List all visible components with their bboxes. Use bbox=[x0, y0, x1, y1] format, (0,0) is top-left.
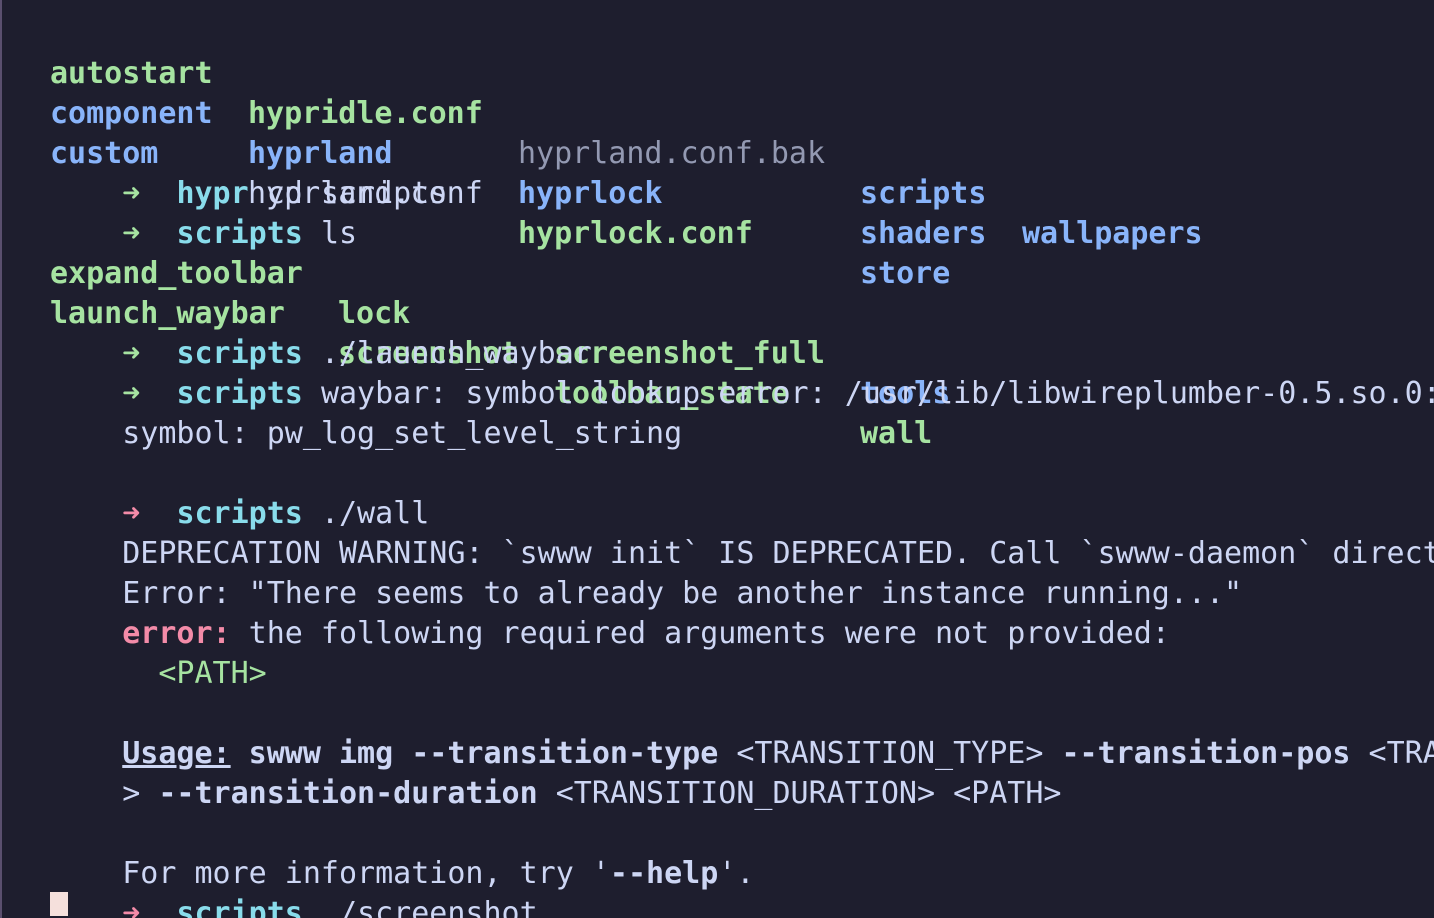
usage-arg: <TRANSIT bbox=[1368, 736, 1434, 771]
file-entry: wall bbox=[860, 416, 933, 451]
output-line: <PATH> bbox=[50, 614, 266, 691]
output-text: symbol: pw_log_set_level_string bbox=[122, 416, 683, 451]
command-text: ls bbox=[320, 216, 358, 251]
prompt-cwd: scripts bbox=[176, 896, 303, 918]
dir-entry: shaders bbox=[860, 216, 987, 251]
output-line: error: the following required arguments … bbox=[50, 574, 1170, 651]
help-flag: --help bbox=[609, 856, 719, 891]
command-text: ./screenshot bbox=[320, 896, 538, 918]
usage-flag: --transition-duration bbox=[158, 776, 538, 811]
dir-entry: scripts bbox=[860, 176, 987, 211]
file-entry: hypridle.conf bbox=[248, 96, 483, 131]
prompt-line: ➜ scripts ./launch_waybar bbox=[50, 294, 592, 371]
output-line: symbol: pw_log_set_level_string bbox=[50, 374, 682, 451]
ls-row: component hyprland hyprlock shaders bbox=[50, 54, 986, 251]
dir-entry: store bbox=[860, 256, 951, 291]
usage-arg: <TRANSITION_DURATION> <PATH> bbox=[537, 776, 1062, 811]
prompt-error-arrow-icon: ➜ bbox=[122, 896, 141, 918]
path-argument: <PATH> bbox=[122, 656, 267, 691]
ls-row: launch_waybar screenshot toolbar_state w… bbox=[50, 254, 932, 451]
file-entry: hyprland.conf.bak bbox=[518, 136, 826, 171]
help-text: '. bbox=[718, 856, 755, 891]
usage-line: > --transition-duration <TRANSITION_DURA… bbox=[50, 734, 1061, 811]
ls-row: custom hyprland.conf hyprlock.conf store bbox=[50, 94, 950, 291]
prompt-line: ➜ scripts ./wall bbox=[50, 454, 429, 531]
prompt-cwd: scripts bbox=[176, 216, 303, 251]
output-line: Error: "There seems to already be anothe… bbox=[50, 534, 1242, 611]
usage-line: Usage: swww img --transition-type <TRANS… bbox=[50, 694, 1434, 771]
text-cursor[interactable] bbox=[50, 892, 68, 916]
error-message: the following required arguments were no… bbox=[230, 616, 1170, 651]
ls-row: expand_toolbar lock screenshot_full tool… bbox=[50, 214, 950, 411]
prompt-arrow-icon: ➜ bbox=[122, 216, 141, 251]
prompt-line: ➜ scripts ls bbox=[50, 174, 357, 251]
prompt-line: ➜ scripts ./screenshot bbox=[50, 854, 537, 918]
usage-wrap: > bbox=[122, 776, 159, 811]
dir-entry: hyprlock bbox=[518, 176, 663, 211]
file-entry: hyprlock.conf bbox=[518, 216, 753, 251]
output-line: For more information, try '--help'. bbox=[50, 814, 754, 891]
output-line: DEPRECATION WARNING: `swww init` IS DEPR… bbox=[50, 494, 1434, 571]
terminal-window[interactable]: autostart hypridle.conf hyprland.conf.ba… bbox=[0, 0, 1434, 918]
prompt-line: ➜ scripts waybar: symbol lookup error: /… bbox=[50, 334, 1434, 411]
usage-flag: --transition-pos bbox=[1061, 736, 1351, 771]
prompt-line: ➜ hypr cd scripts bbox=[50, 134, 447, 211]
dir-entry: wallpapers bbox=[1022, 216, 1203, 251]
ls-row: autostart hypridle.conf hyprland.conf.ba… bbox=[50, 14, 1203, 251]
